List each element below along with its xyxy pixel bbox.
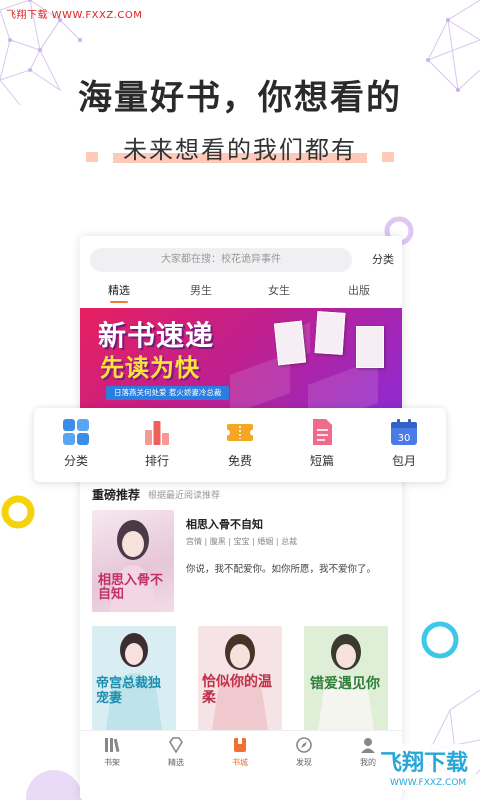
book-cover-title: 错爱遇见你: [310, 676, 380, 692]
watermark-bottom: 飞翔下载 WWW.FXXZ.COM: [376, 742, 476, 792]
subline: 未来想看的我们都有: [113, 130, 367, 165]
phone-screen: 大家都在搜：校花诡异事件 分类 精选 男生 女生 出版 新书速递 先读为快 日落…: [80, 236, 402, 800]
user-icon: [360, 737, 376, 753]
category-link[interactable]: 分类: [372, 248, 394, 272]
featured-book-description: 你说，我不配爱你。如你所愿，我不爱你了。: [186, 564, 377, 575]
quick-nav-label: 排行: [144, 454, 169, 468]
banner-book-cover: [356, 326, 384, 368]
diamond-icon: [168, 737, 184, 754]
quick-nav-label: 免费: [227, 454, 252, 468]
nav-label: 精选: [168, 758, 184, 767]
quick-nav-monthly[interactable]: 30 包月: [374, 418, 434, 469]
section-title: 重磅推荐: [92, 488, 141, 502]
subline-text: 未来想看的我们都有: [123, 136, 357, 164]
calendar-icon: 30: [390, 418, 418, 446]
tab-female[interactable]: 女生: [254, 282, 304, 298]
quick-nav-short-stories[interactable]: 短篇: [292, 418, 352, 469]
quick-nav-free[interactable]: 免费: [210, 418, 270, 469]
calendar-badge: 30: [398, 433, 411, 444]
watermark-logo: 飞翔下载 WWW.FXXZ.COM: [376, 744, 476, 790]
quick-nav-category[interactable]: 分类: [46, 418, 106, 469]
banner-ribbon: 日落燕关何处爱 惹火娇妻冷总裁: [106, 386, 230, 400]
tab-publication[interactable]: 出版: [334, 282, 384, 298]
featured-book-tags: 宫情 | 腹黑 | 宝宝 | 婚姻 | 总裁: [186, 537, 298, 546]
banner-book-cover: [314, 311, 346, 355]
compass-icon: [296, 737, 312, 753]
bottom-nav: 书架 精选 书城 发现 我的: [80, 730, 402, 800]
featured-book-title[interactable]: 相思入骨不自知: [186, 516, 263, 532]
section-subtitle: 根据最近阅读推荐: [148, 491, 221, 501]
bookshelf-icon: [104, 737, 120, 753]
quick-nav-card: 分类 排行 免费 短篇 30 包月: [34, 408, 446, 482]
cyan-ring-decoration: [421, 621, 459, 659]
quick-nav-label: 分类: [63, 454, 88, 468]
bar-chart-icon: [143, 418, 171, 446]
book-cover-3[interactable]: 错爱遇见你: [304, 626, 388, 730]
purple-circle-decoration: [26, 770, 82, 800]
nav-bookshelf[interactable]: 书架: [82, 737, 142, 768]
bookstore-icon: [232, 737, 248, 753]
grid-icon: [62, 418, 90, 446]
book-cover-title: 恰似你的温柔: [202, 674, 272, 706]
watermark-url: WWW.FXXZ.COM: [390, 778, 466, 788]
search-input[interactable]: 大家都在搜：校花诡异事件: [90, 248, 352, 272]
tab-selected[interactable]: 精选: [94, 282, 144, 303]
quick-nav-label: 包月: [391, 454, 416, 468]
quick-nav-ranking[interactable]: 排行: [127, 418, 187, 469]
book-cover-1[interactable]: 帝宫总裁独宠妻: [92, 626, 176, 730]
nav-bookstore[interactable]: 书城: [210, 737, 270, 768]
watermark-top: 飞翔下载 WWW.FXXZ.COM: [6, 10, 143, 21]
tab-male[interactable]: 男生: [176, 282, 226, 298]
yellow-ring-decoration: [1, 495, 35, 529]
document-icon: [308, 418, 336, 446]
nav-label: 书架: [104, 758, 120, 767]
headline: 海量好书，你想看的: [78, 78, 402, 118]
promo-banner[interactable]: 新书速递 先读为快 日落燕关何处爱 惹火娇妻冷总裁: [80, 308, 402, 412]
quick-nav-label: 短篇: [309, 454, 334, 468]
tab-bar: 精选 男生 女生 出版: [80, 282, 402, 303]
watermark-brand: 飞翔下载: [380, 750, 468, 776]
subline-wrap: 未来想看的我们都有: [0, 130, 480, 165]
nav-label: 书城: [232, 758, 248, 767]
ticket-icon: [224, 418, 256, 446]
featured-cover-title: 相思入骨不自知: [98, 573, 164, 602]
featured-book-cover[interactable]: 相思入骨不自知: [92, 510, 174, 612]
banner-book-cover: [273, 320, 307, 366]
nav-featured[interactable]: 精选: [146, 737, 206, 768]
banner-subheadline: 先读为快: [100, 354, 200, 382]
book-cover-title: 帝宫总裁独宠妻: [96, 676, 162, 706]
nav-discover[interactable]: 发现: [274, 737, 334, 768]
book-cover-2[interactable]: 恰似你的温柔: [198, 626, 282, 730]
nav-label: 发现: [296, 758, 312, 767]
search-row: 大家都在搜：校花诡异事件 分类: [90, 248, 394, 272]
